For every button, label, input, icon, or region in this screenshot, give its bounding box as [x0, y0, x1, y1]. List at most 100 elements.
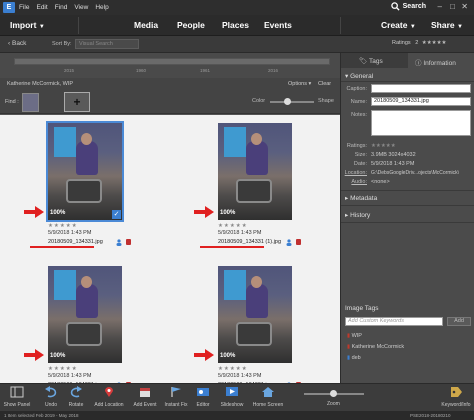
- search-thumbnail[interactable]: [22, 93, 39, 112]
- tab-places[interactable]: Places: [222, 20, 249, 30]
- tab-tags[interactable]: 🏷 Tags: [359, 57, 383, 65]
- person-shape: [246, 141, 268, 175]
- rating-stars[interactable]: ★★★★★: [48, 366, 78, 372]
- custom-keywords-input[interactable]: Add Custom Keywords: [345, 317, 443, 326]
- people-bar: Katherine McCormick, WIP Options ▾ Clear: [0, 78, 340, 90]
- clear-button[interactable]: Clear: [318, 81, 331, 87]
- ratings-filter[interactable]: Ratings 2 ★★★★★: [392, 40, 446, 46]
- red-arrow-annotation-icon: [194, 206, 214, 218]
- close-icon[interactable]: ✕: [461, 2, 468, 11]
- find-label: Find :: [5, 99, 19, 105]
- rotate-button[interactable]: Rotate: [64, 386, 88, 408]
- tag-label: Katherine McCormick: [351, 344, 405, 350]
- status-left: 1 Item selected Feb 2019 - May 2018: [4, 413, 79, 418]
- tag-icon: [296, 239, 301, 245]
- general-label: General: [350, 73, 374, 80]
- rating-stars[interactable]: ★★★★★: [218, 223, 248, 229]
- timeline-year: 1960: [136, 68, 147, 73]
- photo-filename: 20180509_134331.jpg: [48, 239, 103, 245]
- photo-thumbnail[interactable]: 100% ✓: [46, 121, 124, 222]
- home-screen-button[interactable]: Home Screen: [250, 386, 286, 408]
- media-thumbnail-cell[interactable]: 100% ★★★★★ 5/9/2018 1:43 PM 20180509_134…: [170, 115, 330, 248]
- timeline-track[interactable]: [14, 58, 330, 65]
- minimize-icon[interactable]: –: [438, 2, 442, 11]
- sort-label: Sort By:: [52, 41, 72, 47]
- audio-label[interactable]: Audio:: [341, 179, 367, 185]
- add-keyword-button[interactable]: Add: [447, 317, 471, 326]
- menu-view[interactable]: View: [74, 4, 88, 11]
- divider: [78, 17, 79, 34]
- slideshow-icon: [226, 387, 238, 396]
- person-icon: ▮: [347, 344, 351, 350]
- zoom-slider-knob[interactable]: [330, 390, 337, 397]
- menu-help[interactable]: Help: [95, 4, 108, 11]
- panel-icon: [10, 386, 24, 398]
- name-field[interactable]: 20180509_134331.jpg: [371, 97, 471, 106]
- home-icon: [262, 387, 274, 397]
- sort-select[interactable]: Visual Search: [75, 39, 139, 49]
- add-search-item-button[interactable]: +: [64, 92, 90, 112]
- ratings-stars[interactable]: ★★★★★: [371, 143, 396, 149]
- rating-stars[interactable]: ★★★★★: [218, 366, 248, 372]
- object-shape: [66, 322, 102, 346]
- menu-file[interactable]: File: [19, 4, 29, 11]
- slideshow-button[interactable]: Slideshow: [218, 386, 246, 408]
- red-underline-annotation: [30, 246, 94, 248]
- media-thumbnail-cell[interactable]: 100% ★★★★★ 5/9/2018 1:43 PM 20180509_134…: [170, 258, 330, 391]
- editor-label: Editor: [196, 402, 210, 408]
- tab-events[interactable]: Events: [264, 20, 292, 30]
- import-label: Import: [10, 20, 37, 30]
- window-shape: [54, 127, 76, 157]
- find-bar: Find : + Color Shape: [0, 90, 340, 114]
- media-thumbnail-cell[interactable]: 100% ★★★★★ 5/9/2018 1:43 PM 20180509_134…: [0, 258, 160, 391]
- options-button[interactable]: Options ▾: [288, 81, 311, 87]
- person-icon: ▮: [347, 355, 351, 361]
- menu-edit[interactable]: Edit: [36, 4, 47, 11]
- search-button[interactable]: Search: [390, 2, 426, 11]
- keyword-info-button[interactable]: Keyword/Info: [440, 386, 472, 408]
- show-panel-button[interactable]: Show Panel: [2, 386, 32, 408]
- tab-people[interactable]: People: [177, 20, 205, 30]
- tab-information[interactable]: ⓘ Information: [415, 57, 456, 67]
- add-location-button[interactable]: Add Location: [92, 386, 126, 408]
- instant-fix-button[interactable]: Instant Fix: [162, 386, 190, 408]
- tag-item[interactable]: ▮ Katherine McCormick: [347, 344, 404, 350]
- maximize-icon[interactable]: □: [450, 2, 455, 11]
- menu-find[interactable]: Find: [55, 4, 68, 11]
- rating-stars[interactable]: ★★★★★: [48, 223, 78, 229]
- notes-label: Notes:: [351, 112, 367, 118]
- timeline-year: 2015: [64, 68, 75, 73]
- tag-icon: [126, 239, 131, 245]
- tag-item[interactable]: ▮ WIP: [347, 333, 362, 339]
- editor-button[interactable]: Editor: [192, 386, 214, 408]
- tag-icon: [451, 387, 462, 397]
- tab-media[interactable]: Media: [134, 20, 158, 30]
- photo-thumbnail[interactable]: 100%: [48, 266, 122, 363]
- create-button[interactable]: Create ▼: [381, 20, 416, 30]
- photo-thumbnail[interactable]: 100%: [218, 123, 292, 220]
- menu-bar: E File Edit Find View Help Search – □ ✕: [0, 0, 474, 15]
- zoom-label: Zoom: [327, 401, 340, 407]
- media-thumbnail-cell[interactable]: 100% ✓ ★★★★★ 5/9/2018 1:43 PM 20180509_1…: [0, 115, 160, 248]
- slider-knob[interactable]: [284, 98, 291, 105]
- tag-icon: 🏷: [359, 58, 368, 65]
- caption-field[interactable]: [371, 84, 471, 93]
- timeline[interactable]: 2015 1960 1961 2016: [0, 53, 340, 78]
- star-icons: ★★★★★: [421, 40, 447, 46]
- options-label: Options: [288, 81, 307, 87]
- color-shape-slider[interactable]: [270, 101, 314, 103]
- add-event-button[interactable]: Add Event: [130, 386, 160, 408]
- general-section-header[interactable]: ▾ General: [345, 72, 373, 80]
- photo-thumbnail[interactable]: 100%: [218, 266, 292, 363]
- back-button[interactable]: ‹ Back: [8, 40, 26, 47]
- undo-button[interactable]: Undo: [40, 386, 62, 408]
- divider: [341, 81, 474, 82]
- tag-item[interactable]: ▮ deb: [347, 355, 361, 361]
- metadata-section-header[interactable]: ▸ Metadata: [345, 194, 377, 202]
- share-button[interactable]: Share ▼: [431, 20, 463, 30]
- location-label[interactable]: Location:: [341, 170, 367, 176]
- history-section-header[interactable]: ▸ History: [345, 211, 370, 219]
- notes-field[interactable]: [371, 110, 471, 136]
- back-label: Back: [11, 40, 27, 47]
- import-button[interactable]: Import ▼: [10, 20, 45, 30]
